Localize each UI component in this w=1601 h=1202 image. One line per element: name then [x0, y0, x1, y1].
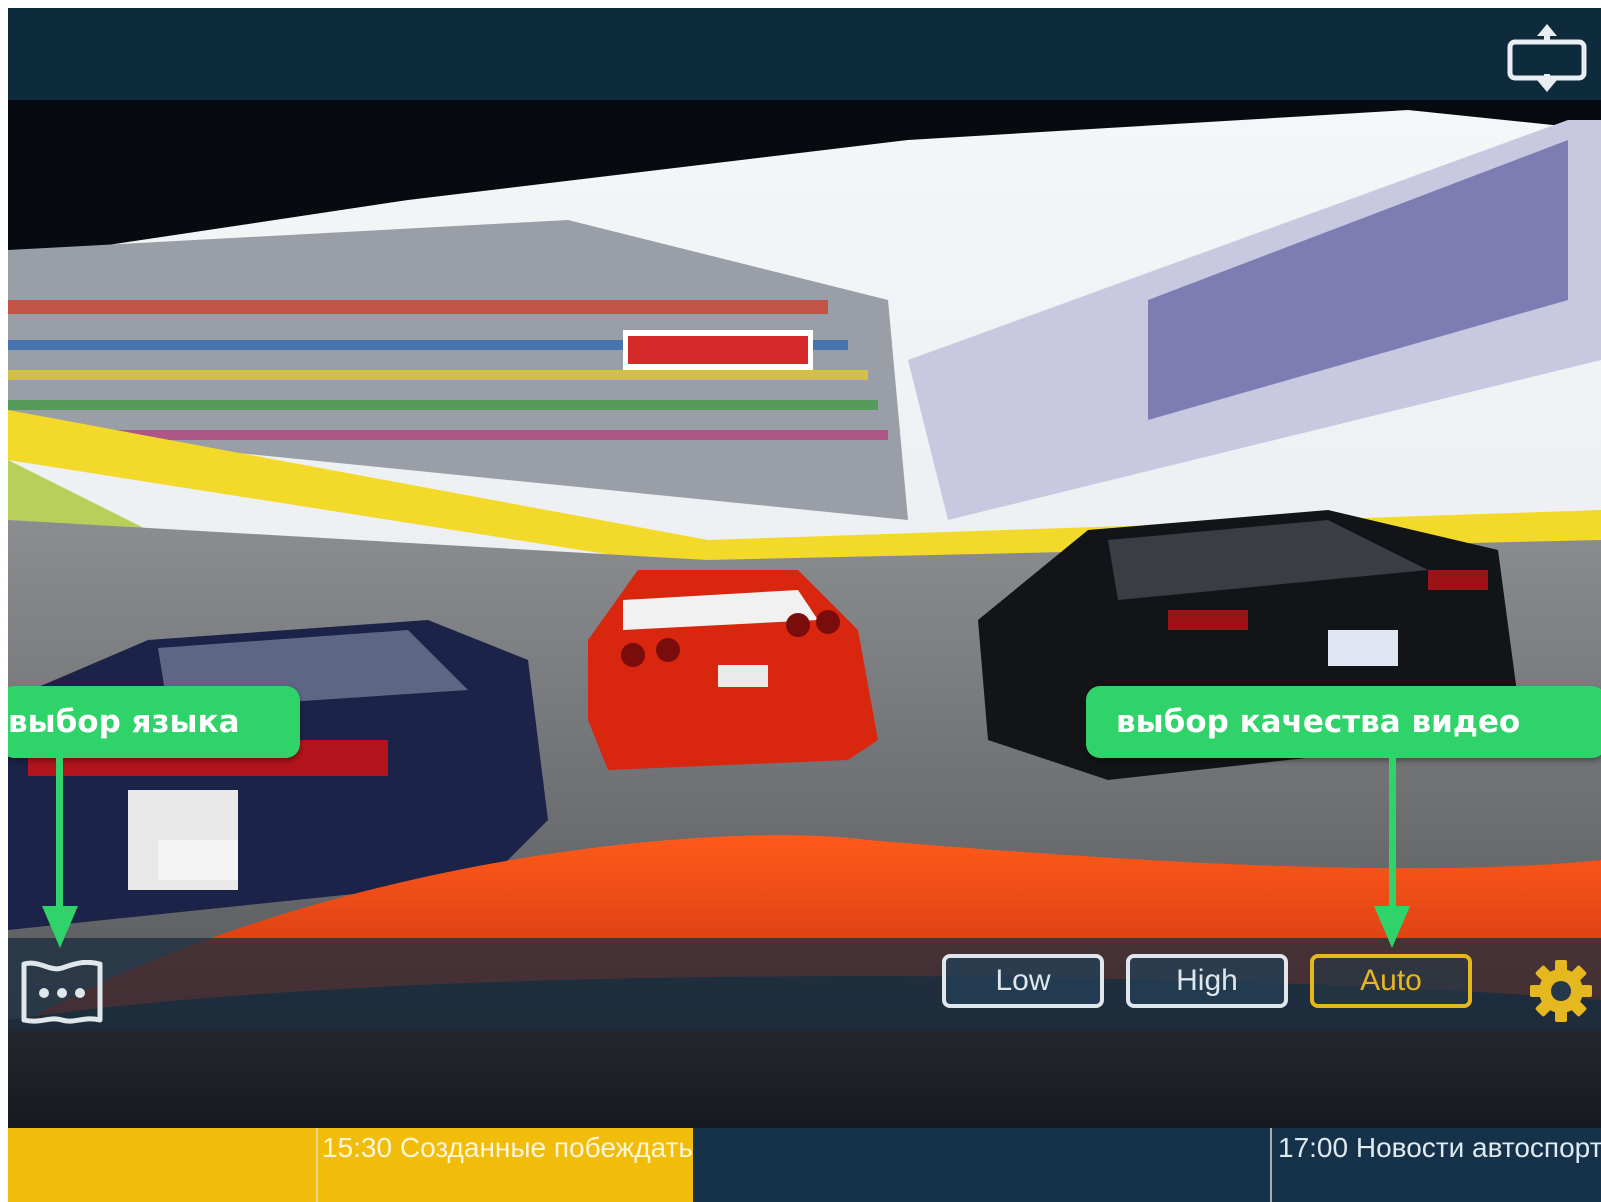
- settings-button[interactable]: [1528, 958, 1594, 1024]
- program-divider: [1270, 1128, 1272, 1202]
- gear-icon: [1530, 960, 1592, 1022]
- program-item-next[interactable]: 17:00 Новости автоспорта: [1278, 1132, 1601, 1164]
- language-callout: выбор языка: [8, 686, 300, 758]
- fullscreen-button[interactable]: [1506, 22, 1588, 94]
- quality-auto-button[interactable]: Auto: [1310, 954, 1472, 1008]
- program-divider: [316, 1128, 318, 1202]
- language-callout-label: выбор языка: [8, 704, 240, 740]
- program-guide-strip: 15:30 Созданные побеждать 17:00 Новости …: [8, 1128, 1601, 1202]
- fullscreen-toggle-icon: [1507, 24, 1587, 92]
- language-button[interactable]: [20, 959, 104, 1028]
- quality-callout: выбор качества видео: [1086, 686, 1601, 758]
- quality-low-button[interactable]: Low: [942, 954, 1104, 1008]
- quality-high-button[interactable]: High: [1126, 954, 1288, 1008]
- quality-arrow: [1374, 756, 1410, 948]
- top-bar: [8, 8, 1601, 100]
- quality-callout-label: выбор качества видео: [1116, 704, 1521, 740]
- video-player: Low High Auto выбор языка выбор качества…: [8, 8, 1601, 1202]
- language-arrow: [42, 756, 78, 948]
- program-item-current[interactable]: 15:30 Созданные побеждать: [322, 1132, 693, 1164]
- language-menu-icon: [21, 959, 103, 1024]
